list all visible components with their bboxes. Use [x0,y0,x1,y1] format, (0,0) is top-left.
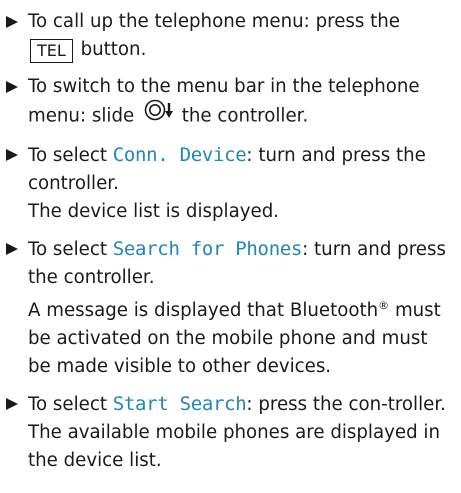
step-1: To call up the telephone menu: press the… [4,8,449,64]
bullet-icon [6,16,18,28]
menu-item-conn-device: Conn. Device [112,144,247,166]
step-text: To select [28,394,113,416]
registered-mark: ® [378,299,390,312]
step-text: To call up the telephone menu: press the [28,11,400,32]
step-result: The device list is displayed. [28,201,280,222]
step-2: To switch to the menu bar in the telepho… [4,73,449,132]
step-result: The available mobile phones are displaye… [28,422,440,472]
menu-item-search-for-phones: Search for Phones [112,238,303,260]
bullet-icon [6,149,18,161]
controller-slide-down-icon [144,99,174,130]
bullet-icon [6,243,18,255]
bullet-icon [6,81,18,93]
bullet-icon [6,398,18,411]
step-text: button. [74,39,147,60]
step-result: A message is displayed that Bluetooth® m… [28,292,449,381]
step-3: To select Conn. Device: turn and press t… [4,141,449,226]
step-text: : press the con-troller. [246,394,446,416]
step-text: To select [28,145,113,166]
step-text: the controller. [175,105,309,127]
menu-item-start-search: Start Search [112,393,247,416]
tel-key: TEL [30,39,73,63]
result-text: A message is displayed that Bluetooth [28,300,379,322]
step-4: To select Search for Phones: turn and pr… [4,235,449,381]
step-5: To select Start Search: press the con-tr… [4,390,449,475]
instruction-page: To call up the telephone menu: press the… [0,0,461,493]
step-text: To select [28,239,113,260]
